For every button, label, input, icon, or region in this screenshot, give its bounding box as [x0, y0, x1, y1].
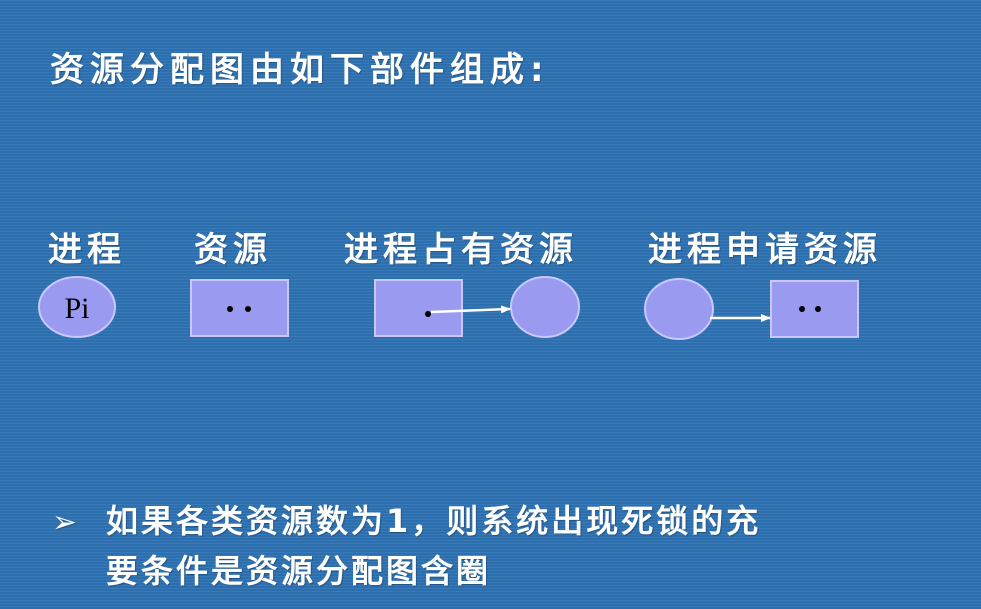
requests-example: [644, 278, 859, 340]
resource-unit-dot: [425, 311, 431, 317]
bullet-line-1: ➢ 如果各类资源数为1，则系统出现死锁的充: [52, 497, 761, 547]
bullet-text-line-1: 如果各类资源数为1，则系统出现死锁的充: [106, 502, 762, 540]
holds-example: [374, 276, 580, 338]
holding-process-node: [510, 276, 580, 338]
requesting-process-node: [644, 278, 714, 340]
resource-unit-dot: [245, 306, 251, 312]
requested-resource-node: [770, 280, 859, 338]
bullet-arrow-icon: ➢: [52, 505, 81, 540]
resource-unit-dot: [815, 306, 821, 312]
resource-node: [190, 279, 289, 337]
process-node-label: Pi: [64, 292, 89, 325]
resource-unit-dot: [227, 306, 233, 312]
held-resource-node: [374, 279, 463, 337]
process-node: Pi: [38, 276, 116, 338]
bullet-point: ➢ 如果各类资源数为1，则系统出现死锁的充 要条件是资源分配图含圈: [52, 497, 761, 595]
resource-unit-dot: [799, 306, 805, 312]
bullet-text-line-2: 要条件是资源分配图含圈: [106, 552, 492, 590]
